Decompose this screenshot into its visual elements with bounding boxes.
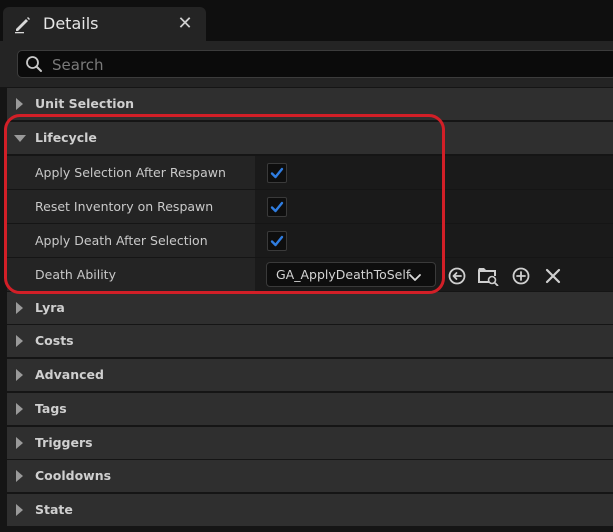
expand-arrow-icon[interactable] <box>16 302 23 314</box>
property-name-cell: Death Ability <box>7 258 255 291</box>
expand-arrow-icon[interactable] <box>16 403 23 415</box>
browse-icon[interactable] <box>477 266 499 287</box>
property-row-death-ability: Death Ability GA_ApplyDeathToSelf <box>7 258 613 291</box>
tab-bar: Details ✕ <box>0 0 613 41</box>
checkmark-icon <box>270 235 284 247</box>
chevron-down-icon <box>408 269 422 281</box>
expand-arrow-icon[interactable] <box>16 369 23 381</box>
category-label: Advanced <box>35 367 104 382</box>
property-row-apply-selection-after-respawn: Apply Selection After Respawn <box>7 156 613 189</box>
category-label: Lifecycle <box>35 130 97 145</box>
apply-selection-after-respawn-checkbox[interactable] <box>267 163 287 183</box>
checkmark-icon <box>270 201 284 213</box>
category-cooldowns[interactable]: Cooldowns <box>7 460 613 492</box>
category-costs[interactable]: Costs <box>7 325 613 357</box>
apply-death-after-selection-checkbox[interactable] <box>267 231 287 251</box>
property-name-cell: Apply Selection After Respawn <box>7 156 255 189</box>
clear-icon[interactable] <box>543 266 563 286</box>
death-ability-dropdown[interactable]: GA_ApplyDeathToSelf <box>266 262 436 287</box>
details-tab[interactable]: Details ✕ <box>3 7 206 41</box>
search-icon <box>25 55 43 73</box>
category-label: Cooldowns <box>35 468 112 483</box>
category-label: Lyra <box>35 300 65 315</box>
details-panel: Details ✕ Unit Selection Lifecycle Apply… <box>0 0 613 532</box>
category-label: State <box>35 502 73 517</box>
category-advanced[interactable]: Advanced <box>7 359 613 391</box>
category-lyra[interactable]: Lyra <box>7 292 613 324</box>
dropdown-value: GA_ApplyDeathToSelf <box>276 267 411 282</box>
checkmark-icon <box>270 167 284 179</box>
property-name-cell: Apply Death After Selection <box>7 224 255 257</box>
property-label: Reset Inventory on Respawn <box>35 199 214 214</box>
category-label: Costs <box>35 333 74 348</box>
pencil-icon <box>13 14 33 34</box>
add-icon[interactable] <box>511 266 531 286</box>
tab-title: Details <box>43 14 99 33</box>
use-selected-icon[interactable] <box>447 266 467 286</box>
reset-inventory-on-respawn-checkbox[interactable] <box>267 197 287 217</box>
search-box[interactable] <box>17 50 613 78</box>
category-label: Unit Selection <box>35 96 135 111</box>
close-icon[interactable]: ✕ <box>175 14 195 34</box>
category-triggers[interactable]: Triggers <box>7 427 613 459</box>
expand-arrow-icon[interactable] <box>16 98 23 110</box>
expand-arrow-icon[interactable] <box>16 470 23 482</box>
category-tags[interactable]: Tags <box>7 393 613 425</box>
category-unit-selection[interactable]: Unit Selection <box>7 88 613 120</box>
property-label: Apply Selection After Respawn <box>35 165 226 180</box>
category-state[interactable]: State <box>7 494 613 526</box>
property-row-apply-death-after-selection: Apply Death After Selection <box>7 224 613 257</box>
property-name-cell: Reset Inventory on Respawn <box>7 190 255 223</box>
category-lifecycle[interactable]: Lifecycle <box>7 122 613 154</box>
property-label: Apply Death After Selection <box>35 233 208 248</box>
collapse-arrow-icon[interactable] <box>14 135 26 142</box>
expand-arrow-icon[interactable] <box>16 335 23 347</box>
property-label: Death Ability <box>35 267 116 282</box>
expand-arrow-icon[interactable] <box>16 504 23 516</box>
category-label: Triggers <box>35 435 93 450</box>
expand-arrow-icon[interactable] <box>16 437 23 449</box>
search-bar <box>0 41 613 87</box>
category-label: Tags <box>35 401 67 416</box>
search-input[interactable] <box>50 53 574 77</box>
property-row-reset-inventory-on-respawn: Reset Inventory on Respawn <box>7 190 613 223</box>
